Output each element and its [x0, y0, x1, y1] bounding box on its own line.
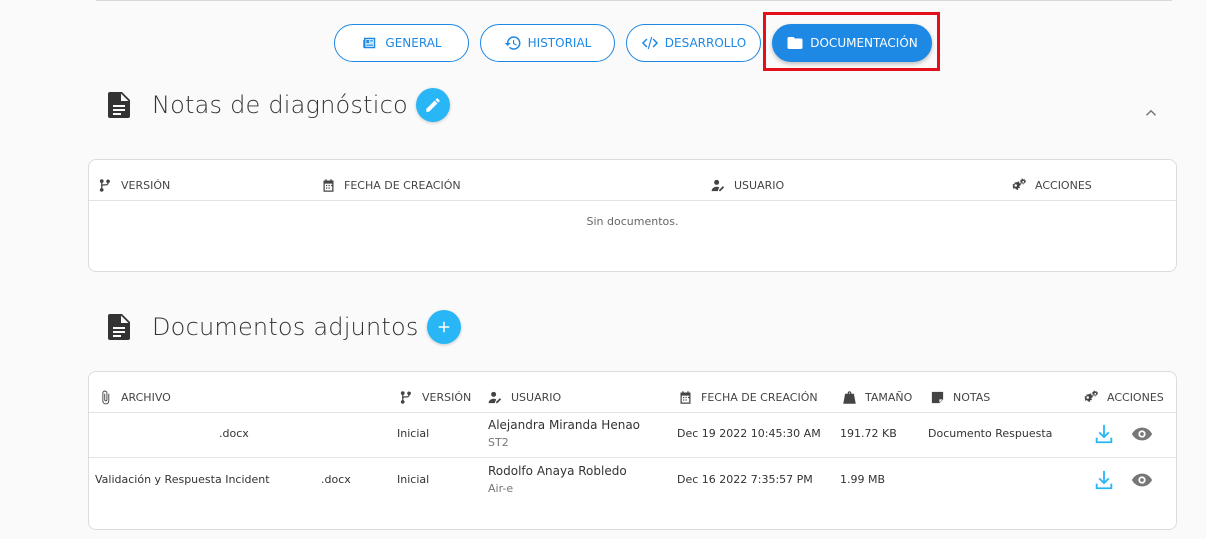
col-version: VERSIÓN	[399, 390, 471, 405]
notas-table: VERSIÓN FECHA DE CREACIÓN USUARIO ACCION…	[88, 159, 1177, 272]
document-icon	[108, 92, 130, 118]
col-fecha: FECHA DE CREACIÓN	[678, 390, 818, 405]
download-icon[interactable]	[1093, 423, 1115, 445]
top-divider	[96, 0, 1172, 1]
col-fecha: FECHA DE CREACIÓN	[321, 178, 461, 193]
user-edit-icon	[711, 179, 725, 192]
weight-icon	[843, 391, 856, 404]
add-adjunto-button[interactable]	[426, 310, 461, 344]
chevron-up-icon[interactable]	[1142, 104, 1160, 122]
eye-icon[interactable]	[1131, 469, 1153, 491]
notas-cell: Documento Respuesta	[928, 427, 1053, 440]
newspaper-icon	[363, 37, 376, 49]
col-notas: NOTAS	[930, 390, 990, 405]
col-tamano: TAMAÑO	[842, 390, 912, 405]
adjuntos-title: Documentos adjuntos	[152, 313, 419, 341]
tab-desarrollo[interactable]: DESARROLLO	[626, 24, 761, 62]
col-acciones-label: ACCIONES	[1035, 179, 1092, 192]
col-archivo: ARCHIVO	[98, 390, 171, 405]
col-version-label: VERSIÓN	[121, 179, 171, 192]
edit-notas-button[interactable]	[415, 88, 450, 122]
col-version: VERSIÓN	[98, 178, 170, 193]
plus-icon	[438, 321, 449, 333]
document-icon	[108, 314, 130, 340]
fecha-cell: Dec 16 2022 7:35:57 PM	[677, 473, 813, 486]
eye-icon[interactable]	[1131, 423, 1153, 445]
col-notas-label: NOTAS	[953, 391, 991, 404]
usuario-area: Air-e	[488, 482, 514, 495]
branch-icon	[99, 179, 110, 192]
tab-general-label: GENERAL	[385, 36, 442, 50]
col-fecha-label: FECHA DE CREACIÓN	[344, 179, 461, 192]
tab-general[interactable]: GENERAL	[334, 24, 469, 62]
calendar-icon	[680, 391, 691, 404]
usuario-name: Alejandra Miranda Henao	[488, 418, 641, 432]
archivo-name[interactable]: Validación y Respuesta Incidente	[95, 473, 270, 486]
version-cell: Inicial	[397, 427, 430, 440]
header-divider	[89, 412, 1176, 413]
col-archivo-label: ARCHIVO	[121, 391, 171, 404]
archivo-ext[interactable]: .docx	[219, 427, 249, 440]
history-icon	[504, 36, 521, 50]
adjuntos-section-header: Documentos adjuntos	[108, 310, 461, 344]
sticky-note-icon	[931, 391, 944, 404]
usuario-area: ST2	[488, 436, 509, 449]
adjuntos-table: ARCHIVO VERSIÓN USUARIO FECHA DE CREACIÓ…	[88, 371, 1177, 530]
notas-title: Notas de diagnóstico	[152, 91, 408, 119]
col-version-label: VERSIÓN	[422, 391, 472, 404]
empty-message: Sin documentos.	[586, 215, 679, 228]
col-fecha-label: FECHA DE CREACIÓN	[701, 391, 818, 404]
tamano-cell: 1.99 MB	[840, 473, 886, 486]
col-usuario: USUARIO	[711, 178, 784, 193]
usuario-name: Rodolfo Anaya Robledo	[488, 464, 627, 478]
pencil-icon	[426, 98, 440, 112]
gears-icon	[1012, 178, 1027, 191]
header-divider	[89, 200, 1176, 201]
col-usuario-label: USUARIO	[734, 179, 785, 192]
col-acciones-label: ACCIONES	[1107, 391, 1164, 404]
code-icon	[641, 37, 658, 49]
version-cell: Inicial	[397, 473, 430, 486]
tab-historial[interactable]: HISTORIAL	[480, 24, 615, 62]
tab-historial-label: HISTORIAL	[527, 36, 592, 50]
fecha-cell: Dec 19 2022 10:45:30 AM	[677, 427, 821, 440]
user-edit-icon	[488, 391, 502, 404]
tab-desarrollo-label: DESARROLLO	[664, 36, 747, 50]
tamano-cell: 191.72 KB	[840, 427, 897, 440]
col-usuario-label: USUARIO	[511, 391, 562, 404]
col-acciones: ACCIONES	[1012, 178, 1092, 193]
notas-section-header: Notas de diagnóstico	[108, 88, 450, 122]
calendar-icon	[323, 179, 334, 192]
gears-icon	[1084, 390, 1099, 403]
col-usuario: USUARIO	[488, 390, 561, 405]
paperclip-icon	[102, 390, 110, 405]
col-tamano-label: TAMAÑO	[865, 391, 913, 404]
archivo-ext[interactable]: .docx	[321, 473, 351, 486]
branch-icon	[400, 391, 411, 404]
highlight-box	[763, 12, 940, 71]
download-icon[interactable]	[1093, 469, 1115, 491]
row-divider	[89, 457, 1176, 458]
col-acciones: ACCIONES	[1084, 390, 1164, 405]
